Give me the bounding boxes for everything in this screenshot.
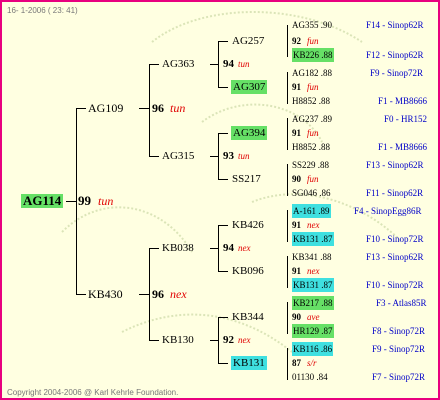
gen4-ref: F12 - Sinop62R [366,50,424,60]
gen4-name[interactable]: HR129 .87 [292,324,334,338]
gen2-score: 94 [223,242,234,254]
date-stamp: 16- 1-2006 ( 23: 41) [7,6,78,15]
gen1-quality: tun [170,101,186,115]
gen4-name[interactable]: AG237 .89 [292,112,332,126]
gen4-quality: fun [307,36,319,46]
gen4-quality: ave [307,312,320,322]
gen4-name[interactable]: KB131 .87 [292,232,334,246]
gen4-quality: fun [307,82,319,92]
gen4-name[interactable]: AG182 .88 [292,66,332,80]
gen2-score: 93 [223,150,234,162]
gen1-quality: nex [170,287,187,301]
gen4-name[interactable]: SS229 .88 [292,158,329,172]
gen4-name[interactable]: KB131 .87 [292,278,334,292]
gen1-name[interactable]: AG109 [88,101,123,115]
gen2-score: 92 [223,334,234,346]
gen4-ref: F3 - Atlas85R [376,298,427,308]
gen4-ref: F8 - Sinop72R [372,326,426,336]
gen2-quality: nex [238,243,251,253]
gen1-name[interactable]: KB430 [88,287,123,301]
gen4-ref: F7 - Sinop72R [372,372,426,382]
gen4-quality: s/r [307,358,317,368]
gen4-quality: fun [307,128,319,138]
gen4-name[interactable]: 01130 .84 [292,370,328,384]
copyright-text: Copyright 2004-2006 @ Karl Kehrle Founda… [7,388,179,397]
gen2-quality: tun [238,151,250,161]
gen2-name[interactable]: AG363 [162,57,194,71]
gen3-name[interactable]: AG394 [231,126,268,140]
gen4-quality: fun [307,174,319,184]
gen3-name[interactable]: SS217 [232,172,261,186]
gen4-ref: F4 - SinopEgg86R [354,206,422,216]
gen4-score: 92 [292,36,301,46]
gen3-name[interactable]: AG257 [232,34,264,48]
gen2-name[interactable]: AG315 [162,149,194,163]
gen4-ref: F13 - Sinop62R [366,160,424,170]
gen4-ref: F9 - Sinop72R [372,344,426,354]
gen3-name[interactable]: KB344 [232,310,264,324]
gen4-score: 90 [292,312,301,322]
pedigree-chart: 16- 1-2006 ( 23: 41) Copyright 2004-2006… [0,0,440,400]
root-score: 99 [78,193,91,208]
gen4-name[interactable]: KB341 .88 [292,250,332,264]
gen2-quality: tun [238,59,250,69]
gen4-name[interactable]: KB226 .88 [292,48,334,62]
gen4-name[interactable]: KB116 .86 [292,342,334,356]
gen4-ref: F13 - Sinop62R [366,252,424,262]
gen4-ref: F14 - Sinop62R [366,20,424,30]
gen4-quality: nex [307,266,320,276]
gen2-score: 94 [223,58,234,70]
gen4-ref: F9 - Sinop72R [370,68,424,78]
root-quality: tun [98,194,114,208]
gen4-name[interactable]: A-161 .89 [292,204,331,218]
gen4-score: 90 [292,174,301,184]
gen2-name[interactable]: KB038 [162,241,194,255]
gen2-quality: nex [238,335,251,345]
gen4-ref: F0 - HR152 [384,114,428,124]
gen4-score: 91 [292,82,301,92]
gen4-name[interactable]: H8852 .88 [292,140,330,154]
gen2-name[interactable]: KB130 [162,333,194,347]
gen3-name[interactable]: KB096 [232,264,264,278]
gen3-name[interactable]: KB426 [232,218,264,232]
gen3-name[interactable]: KB131 [231,356,267,370]
gen4-name[interactable]: SG046 .86 [292,186,331,200]
gen1-score: 96 [152,287,164,301]
gen4-ref: F10 - Sinop72R [366,234,424,244]
root-name[interactable]: AG114 [21,194,64,208]
gen4-ref: F10 - Sinop72R [366,280,424,290]
gen4-ref: F1 - MB8666 [378,142,428,152]
gen4-ref: F1 - MB8666 [378,96,428,106]
gen4-ref: F11 - Sinop62R [366,188,424,198]
gen4-quality: nex [307,220,320,230]
gen4-name[interactable]: KB217 .88 [292,296,334,310]
gen4-score: 91 [292,220,301,230]
gen4-name[interactable]: H8852 .88 [292,94,330,108]
gen4-name[interactable]: AG355 .90 [292,18,332,32]
gen4-score: 91 [292,128,301,138]
gen4-score: 87 [292,358,301,368]
gen4-score: 91 [292,266,301,276]
gen3-name[interactable]: AG307 [231,80,268,94]
gen1-score: 96 [152,101,164,115]
